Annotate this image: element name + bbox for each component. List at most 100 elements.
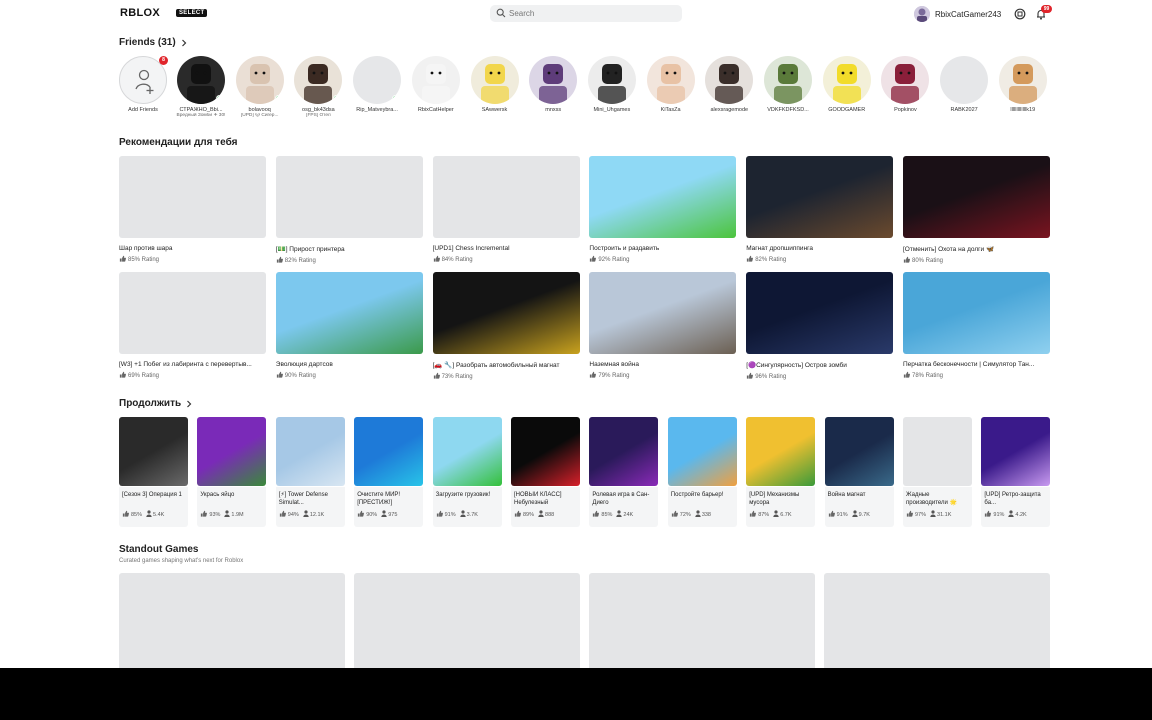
rating-text: 82% Rating bbox=[284, 258, 316, 264]
rating-text: 72% bbox=[679, 512, 691, 518]
friend-item[interactable]: RbixCatHelper bbox=[410, 56, 462, 113]
players-stat: 24K bbox=[616, 510, 633, 518]
game-title: Постройте барьер! bbox=[670, 492, 724, 498]
online-status-dot bbox=[274, 95, 282, 102]
game-rating: 96% Rating bbox=[746, 372, 893, 380]
standout-tile[interactable] bbox=[354, 573, 580, 668]
continue-game-tile[interactable]: Загрузите грузовик! 91% 3.7K bbox=[432, 417, 502, 527]
standout-tile[interactable] bbox=[119, 573, 345, 668]
standout-tile[interactable] bbox=[824, 573, 1050, 668]
game-info: [UPD] Механизмы мусора 87% 6.7K bbox=[746, 487, 816, 527]
players-stat: 12.1K bbox=[303, 510, 324, 518]
friend-item[interactable]: GOODGAMER bbox=[821, 56, 873, 113]
online-status-dot bbox=[392, 95, 400, 102]
game-thumbnail bbox=[432, 156, 580, 238]
search-bar[interactable] bbox=[490, 5, 682, 22]
game-rating: 82% Rating bbox=[746, 255, 893, 263]
continue-game-tile[interactable]: Очистите МИР! [ПРЕСТИЖ!] 90% 975 bbox=[354, 417, 424, 527]
game-tile[interactable]: [UPD1] Chess Incremental 84% Rating bbox=[432, 156, 580, 263]
friend-name: RABK2027 bbox=[950, 107, 978, 113]
continue-game-tile[interactable]: [UPD] Механизмы мусора 87% 6.7K bbox=[746, 417, 816, 527]
game-tile[interactable]: Магнат дропшиппинга 82% Rating bbox=[746, 156, 894, 263]
rating-text: 85% bbox=[601, 512, 613, 518]
game-tile[interactable]: [💵] Прирост принтера 82% Rating bbox=[275, 156, 423, 264]
rating-stat: 72% bbox=[671, 510, 691, 518]
add-friends-count-badge: 8 bbox=[159, 56, 168, 65]
players-text: 4.2K bbox=[1015, 512, 1027, 518]
game-tile[interactable]: Эволюция дартсов 90% Rating bbox=[275, 272, 423, 379]
roblox-logo[interactable]: RBLOX bbox=[120, 7, 160, 19]
friend-avatar bbox=[411, 56, 460, 104]
game-title: Загрузите грузовик! bbox=[435, 492, 491, 498]
friend-item[interactable]: SAwwersk bbox=[469, 56, 521, 113]
game-tile[interactable]: [🟣Сингулярность] Остров зомби 96% Rating bbox=[746, 272, 894, 380]
game-title: Очистите МИР! [ПРЕСТИЖ!] bbox=[357, 492, 401, 506]
continue-game-tile[interactable]: [НОВЫЙ КЛАСС] Небулезный 89% 888 bbox=[511, 417, 580, 527]
continue-game-tile[interactable]: [⚡] Tower Defense Simulat... 94% 12.1K bbox=[275, 417, 345, 527]
players-text: 975 bbox=[388, 512, 398, 518]
search-input[interactable] bbox=[509, 7, 674, 20]
game-info: Постройте барьер! 72% 338 bbox=[667, 487, 737, 527]
game-thumbnail bbox=[746, 272, 894, 354]
game-tile[interactable]: Наземная война 79% Rating bbox=[589, 272, 737, 379]
players-stat: 6.7K bbox=[773, 510, 792, 518]
game-title: [UPD] Ретро-защита ба... bbox=[984, 492, 1041, 506]
friend-item[interactable]: VDKFKDFKSD... bbox=[762, 56, 814, 113]
rating-text: 87% bbox=[758, 512, 770, 518]
continue-title-text: Продолжить bbox=[119, 398, 182, 409]
friend-item[interactable]: bolavooq [UPD] 🐱 Сигер... bbox=[234, 56, 286, 118]
friend-item[interactable]: Mini_Uhgames bbox=[586, 56, 638, 113]
friend-item[interactable]: Rip_Matveybra... bbox=[351, 56, 403, 113]
friends-section-title[interactable]: Friends (31) bbox=[119, 37, 188, 48]
continue-section-title[interactable]: Продолжить bbox=[119, 398, 193, 409]
friend-item[interactable]: osg_bk43dsa [FPS] Отел bbox=[292, 56, 344, 118]
game-thumbnail bbox=[119, 272, 266, 354]
game-title: [🟣Сингулярность] Остров зомби bbox=[746, 362, 847, 369]
friend-item[interactable]: KiTasZa bbox=[645, 56, 697, 113]
game-tile[interactable]: [🚗 🔧] Разобрать автомобильный магнат 73% … bbox=[432, 272, 580, 380]
game-tile[interactable]: Шар против шара 85% Rating bbox=[119, 156, 266, 263]
game-tile[interactable]: Перчатка бесконечности | Симулятор Тан..… bbox=[903, 272, 1050, 379]
continue-game-tile[interactable]: [UPD] Ретро-защита ба... 91% 4.2K bbox=[981, 417, 1051, 527]
rating-text: 84% Rating bbox=[441, 257, 473, 263]
game-stats: 91% 4.2K bbox=[984, 510, 1047, 518]
continue-game-tile[interactable]: Жадные производители 🌟 97% 31.1K bbox=[903, 417, 972, 527]
continue-game-tile[interactable]: [Сезон 3] Операция 1 85% 5.4K bbox=[119, 417, 188, 527]
user-profile-link[interactable]: RbixCatGamer243 bbox=[914, 5, 1001, 23]
friend-name: SAwwersk bbox=[481, 107, 508, 113]
game-title: [⚡] Tower Defense Simulat... bbox=[278, 492, 328, 506]
user-avatar bbox=[914, 6, 930, 22]
game-info: Очистите МИР! [ПРЕСТИЖ!] 90% 975 bbox=[354, 487, 424, 527]
game-stats: 87% 6.7K bbox=[749, 510, 812, 518]
game-tile[interactable]: [W3] +1 Побег из лабиринта с перевертыв.… bbox=[119, 272, 266, 379]
rating-stat: 93% bbox=[200, 510, 220, 518]
friend-item[interactable]: lllllllllllllk19 bbox=[997, 56, 1049, 113]
game-title: [Сезон 3] Операция 1 bbox=[122, 492, 182, 498]
game-thumbnail bbox=[667, 417, 737, 486]
continue-game-tile[interactable]: Ролевая игра в Сан-Диего 85% 24K bbox=[589, 417, 659, 527]
game-info: Укрась яйцо 93% 1.9M bbox=[197, 487, 267, 527]
players-stat: 888 bbox=[538, 510, 554, 518]
game-title: Укрась яйцо bbox=[200, 492, 235, 498]
continue-game-tile[interactable]: Постройте барьер! 72% 338 bbox=[667, 417, 737, 527]
friend-item[interactable]: RABK2027 bbox=[938, 56, 990, 113]
game-tile[interactable]: [Отменить] Охота на долги 🦋 80% Rating bbox=[903, 156, 1050, 264]
friend-item[interactable]: Popkinov bbox=[879, 56, 931, 113]
friend-name: Rip_Matveybra... bbox=[356, 107, 398, 113]
add-friends-button[interactable]: 8 Add Friends bbox=[117, 56, 169, 113]
friend-item[interactable]: СТРАЖНО_Bbi... Вредный Зомби ✈ 30! bbox=[175, 56, 227, 118]
game-info: [⚡] Tower Defense Simulat... 94% 12.1K bbox=[275, 487, 345, 527]
game-tile[interactable]: Построить и раздавить 92% Rating bbox=[589, 156, 737, 263]
friend-item[interactable]: mnxss bbox=[527, 56, 579, 113]
robux-icon[interactable] bbox=[1014, 8, 1026, 20]
add-friends-label: Add Friends bbox=[128, 107, 158, 113]
rating-text: 85% Rating bbox=[128, 257, 160, 263]
continue-game-tile[interactable]: Война магнат 91% 9.7K bbox=[824, 417, 894, 527]
continue-game-tile[interactable]: Укрась яйцо 93% 1.9M bbox=[197, 417, 267, 527]
game-title: [Отменить] Охота на долги 🦋 bbox=[903, 246, 995, 253]
game-title: [🚗 🔧] Разобрать автомобильный магнат bbox=[432, 362, 560, 369]
chevron-right-icon bbox=[187, 400, 192, 407]
standout-tile[interactable] bbox=[589, 573, 815, 668]
friend-item[interactable]: alexsragemode bbox=[703, 56, 755, 113]
rating-stat: 90% bbox=[357, 510, 377, 518]
